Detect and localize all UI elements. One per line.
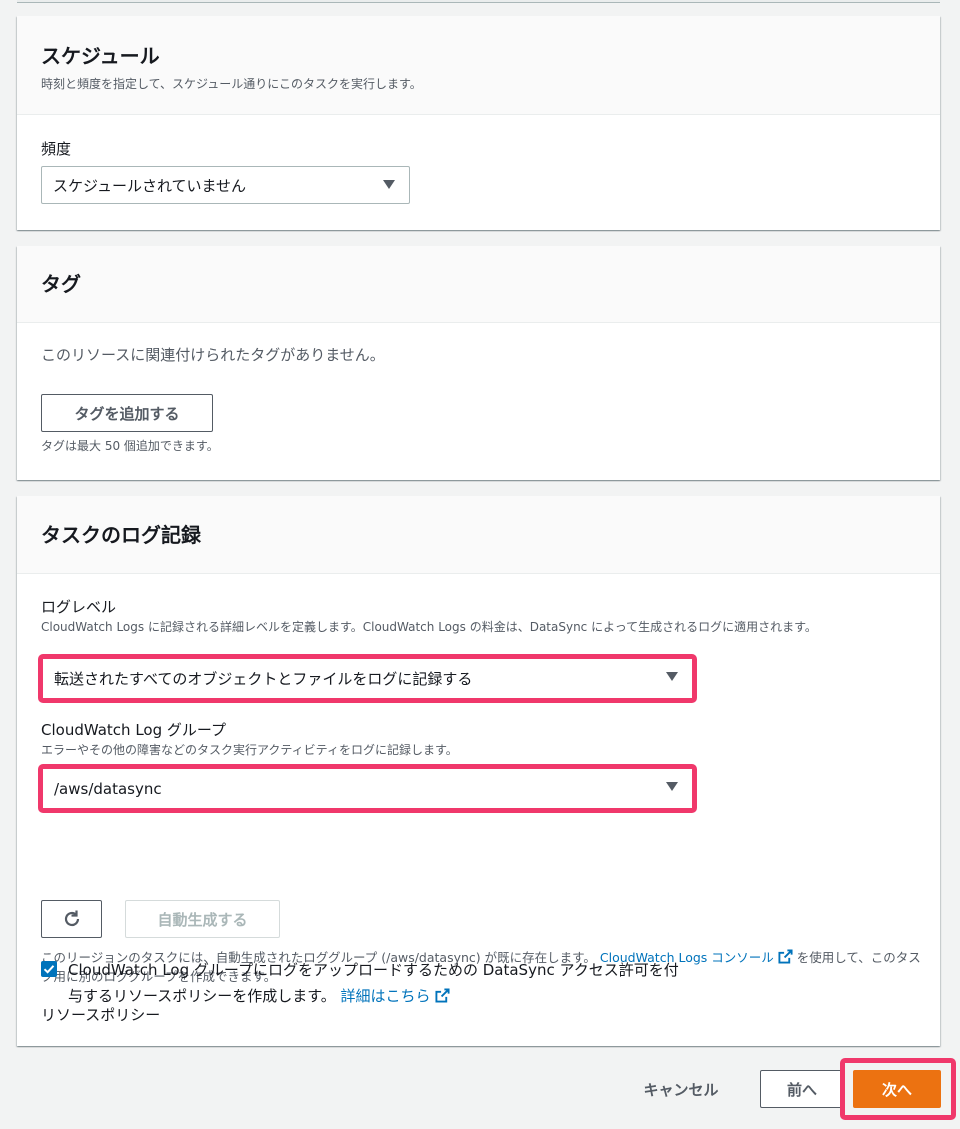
log-level-select[interactable]: 転送されたすべてのオブジェクトとファイルをログに記録する — [43, 659, 692, 698]
schedule-title: スケジュール — [41, 44, 160, 68]
schedule-description: 時刻と頻度を指定して、スケジュール通りにこのタスクを実行します。 — [41, 77, 422, 91]
tags-limit-hint: タグは最大 50 個追加できます。 — [41, 439, 219, 453]
resource-policy-option: CloudWatch Log グループにログをアップロードするための DataS… — [41, 957, 691, 1009]
schedule-panel-body: 頻度 スケジュールされていません — [17, 115, 940, 229]
resource-policy-checkbox[interactable] — [41, 961, 57, 977]
autogenerate-button[interactable]: 自動生成する — [125, 900, 280, 938]
frequency-label: 頻度 — [41, 140, 72, 158]
check-icon — [43, 965, 55, 974]
frequency-select[interactable]: スケジュールされていません — [41, 166, 410, 204]
tags-title: タグ — [41, 272, 81, 296]
previous-button[interactable]: 前へ — [760, 1070, 844, 1108]
schedule-panel: スケジュール 時刻と頻度を指定して、スケジュール通りにこのタスクを実行します。 … — [17, 16, 940, 230]
log-level-select-value: 転送されたすべてのオブジェクトとファイルをログに記録する — [54, 670, 473, 688]
log-level-label: ログレベル — [41, 598, 117, 616]
logging-title: タスクのログ記録 — [41, 523, 201, 547]
cancel-button[interactable]: キャンセル — [626, 1070, 736, 1108]
log-group-select-value: /aws/datasync — [54, 779, 162, 798]
log-group-select[interactable]: /aws/datasync — [43, 769, 692, 808]
log-group-label: CloudWatch Log グループ — [41, 721, 226, 739]
caret-down-icon — [666, 672, 678, 681]
schedule-panel-header: スケジュール 時刻と頻度を指定して、スケジュール通りにこのタスクを実行します。 — [17, 16, 940, 115]
add-tag-button[interactable]: タグを追加する — [41, 394, 213, 432]
tags-panel-body: このリソースに関連付けられたタグがありません。 タグを追加する タグは最大 50… — [17, 323, 940, 480]
learn-more-link-label: 詳細はこちら — [340, 987, 431, 1005]
caret-down-icon — [383, 180, 395, 189]
previous-panel-edge — [17, 0, 940, 3]
log-group-description: エラーやその他の障害などのタスク実行アクティビティをログに記録します。 — [41, 743, 458, 757]
tags-panel-header: タグ — [17, 246, 940, 323]
logging-panel-header: タスクのログ記録 — [17, 496, 940, 574]
refresh-button[interactable] — [41, 900, 102, 938]
tags-panel: タグ このリソースに関連付けられたタグがありません。 タグを追加する タグは最大… — [17, 246, 940, 480]
external-link-icon — [778, 949, 793, 964]
next-button[interactable]: 次へ — [853, 1070, 941, 1108]
caret-down-icon — [666, 782, 678, 791]
tags-empty-text: このリソースに関連付けられたタグがありません。 — [41, 346, 385, 364]
frequency-select-value: スケジュールされていません — [53, 176, 247, 195]
external-link-icon — [435, 988, 450, 1003]
refresh-icon — [64, 910, 79, 927]
learn-more-link[interactable]: 詳細はこちら — [341, 987, 450, 1005]
log-level-description: CloudWatch Logs に記録される詳細レベルを定義します。CloudW… — [41, 620, 817, 634]
